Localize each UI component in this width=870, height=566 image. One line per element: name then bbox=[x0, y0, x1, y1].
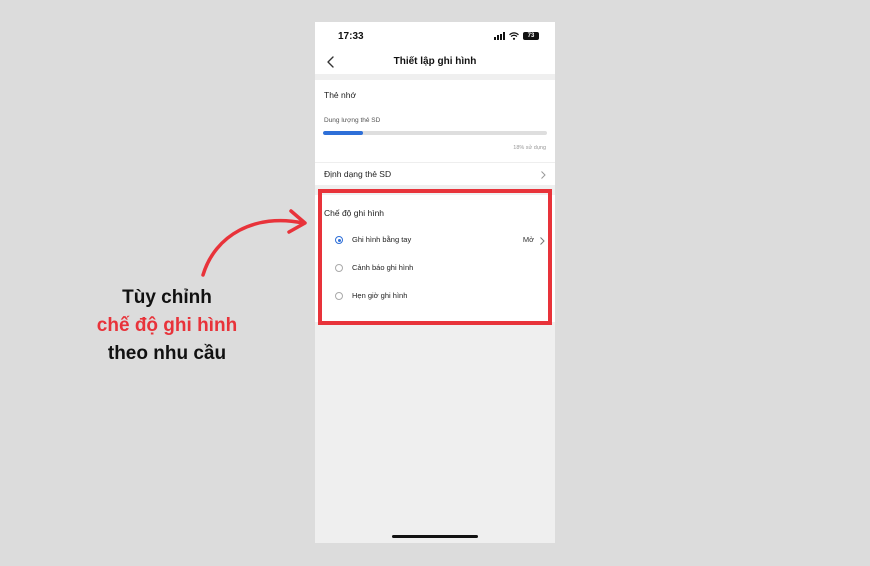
home-indicator[interactable] bbox=[392, 535, 478, 538]
header-bar: Thiết lập ghi hình bbox=[315, 50, 555, 74]
storage-usage-text: 18% sử dụng bbox=[513, 145, 546, 151]
memory-card-section: Thẻ nhớ Dung lượng thẻ SD 18% sử dụng Đị… bbox=[315, 80, 555, 185]
chevron-right-icon bbox=[541, 171, 546, 179]
annotation-line-1: Tùy chỉnh bbox=[122, 287, 212, 308]
storage-label: Dung lượng thẻ SD bbox=[324, 117, 381, 124]
status-bar: 17:33 73 bbox=[315, 22, 555, 50]
battery-icon: 73 bbox=[523, 32, 539, 40]
storage-progress-fill bbox=[323, 131, 364, 135]
curved-arrow-icon bbox=[201, 209, 307, 277]
highlight-box bbox=[318, 189, 552, 325]
page-title: Thiết lập ghi hình bbox=[393, 56, 477, 67]
wifi-icon bbox=[509, 32, 519, 40]
status-time: 17:33 bbox=[338, 31, 364, 42]
format-sd-label: Định dạng thẻ SD bbox=[324, 169, 392, 179]
annotation-line-2: chế độ ghi hình bbox=[96, 315, 238, 336]
format-sd-row[interactable]: Định dạng thẻ SD bbox=[315, 163, 555, 185]
storage-progress-bar bbox=[323, 131, 547, 135]
signal-icon bbox=[494, 32, 505, 40]
annotation-line-3: theo nhu cầu bbox=[107, 343, 227, 364]
memory-card-title: Thẻ nhớ bbox=[324, 90, 357, 100]
status-icons: 73 bbox=[494, 31, 539, 41]
annotation-caption: Tùy chỉnh chế độ ghi hình theo nhu cầu bbox=[62, 284, 272, 368]
